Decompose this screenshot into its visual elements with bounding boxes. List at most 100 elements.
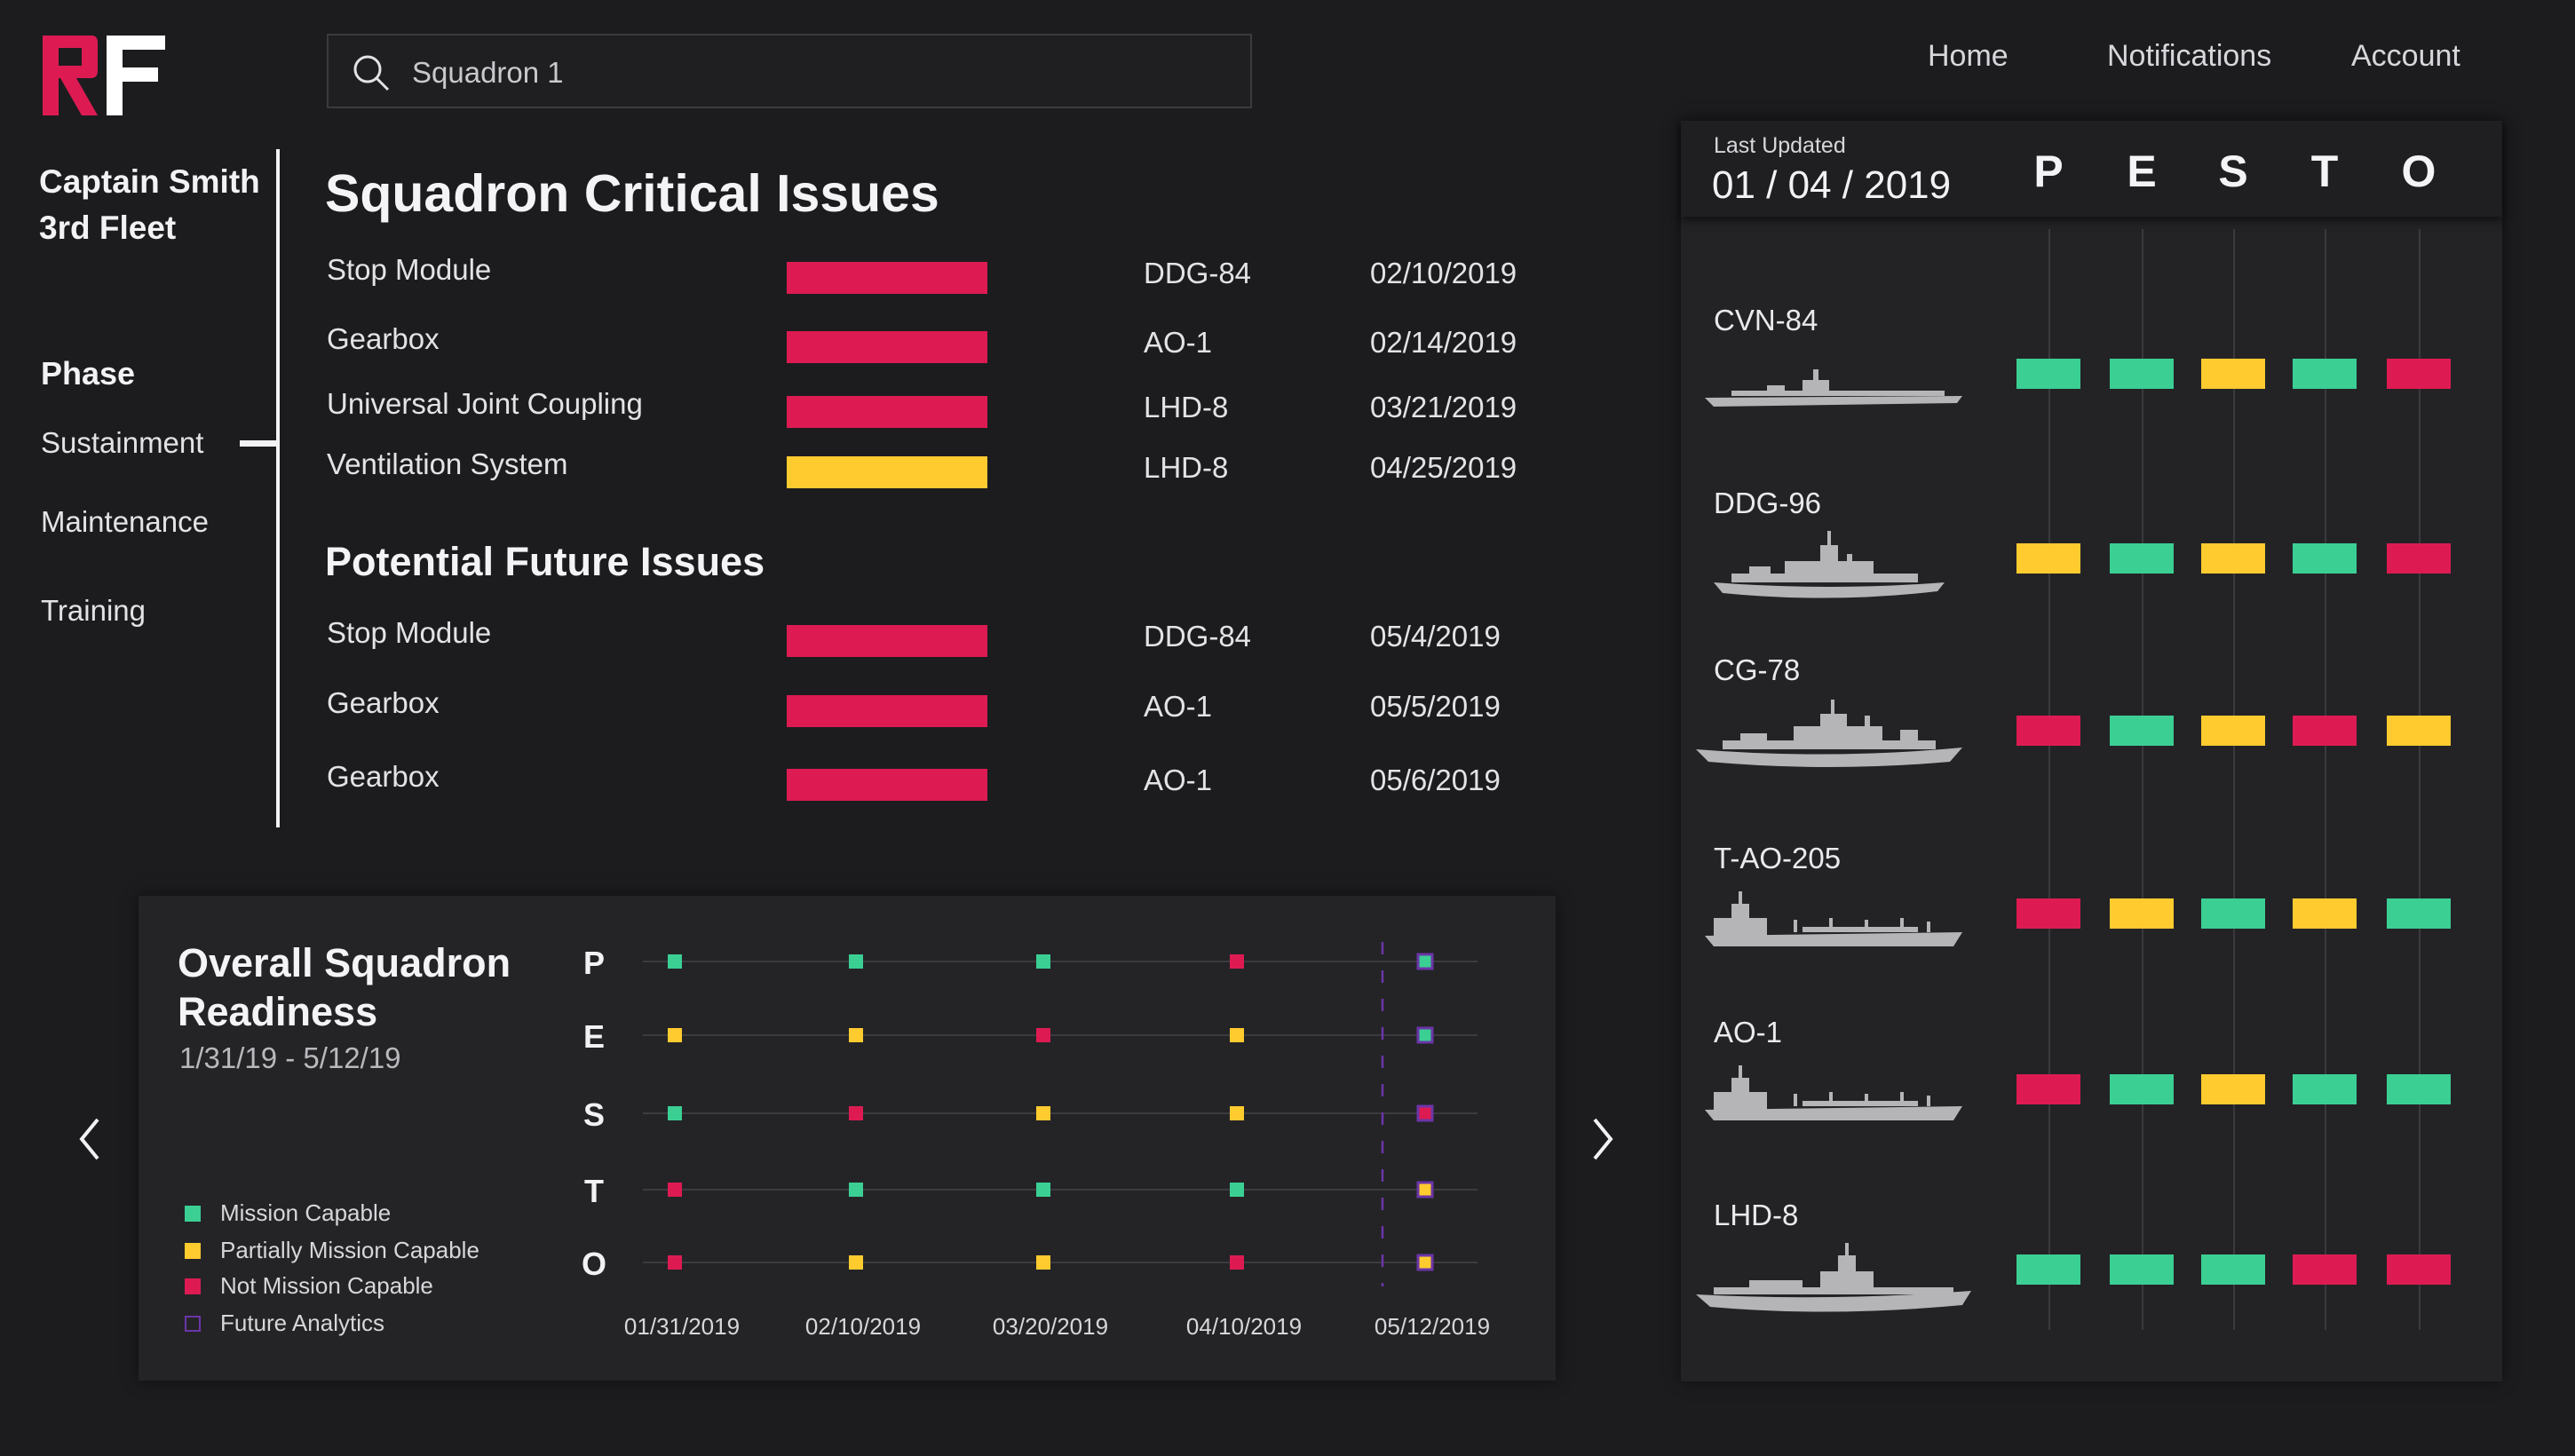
- status-cell[interactable]: [2293, 359, 2357, 389]
- critical-issue-name[interactable]: Ventilation System: [327, 447, 567, 481]
- chart-point: [1230, 1183, 1244, 1197]
- chart-point: [1230, 954, 1244, 969]
- chart-point: [1416, 953, 1434, 970]
- status-cell[interactable]: [2201, 543, 2265, 574]
- chart-point: [668, 1183, 682, 1197]
- status-cell[interactable]: [2387, 898, 2451, 929]
- status-cell[interactable]: [2016, 898, 2080, 929]
- readiness-chart: P E S T O 01/31/2019 02/10/2019 03/20/2019 04/10…: [582, 942, 1490, 1340]
- chart-point: [849, 954, 863, 969]
- critical-issue-ship[interactable]: DDG-84: [1144, 257, 1251, 290]
- ship-silhouette: [1696, 700, 1962, 767]
- status-cell[interactable]: [2293, 898, 2357, 929]
- future-issue-ship[interactable]: AO-1: [1144, 690, 1212, 724]
- status-cell[interactable]: [2387, 359, 2451, 389]
- status-column-header: S: [2218, 146, 2248, 196]
- chart-point: [668, 1106, 682, 1120]
- chart-point: [849, 1106, 863, 1120]
- status-cell[interactable]: [2016, 716, 2080, 746]
- nav-account-link[interactable]: Account: [2351, 39, 2460, 74]
- oiler-icon: [1705, 1065, 1962, 1120]
- status-cell[interactable]: [2016, 543, 2080, 574]
- phase-heading: Phase: [41, 355, 136, 392]
- phase-item-training[interactable]: Training: [41, 594, 146, 628]
- nav-home-link[interactable]: Home: [1928, 39, 2009, 74]
- ship-name[interactable]: DDG-96: [1714, 487, 1821, 520]
- status-cell[interactable]: [2110, 898, 2174, 929]
- status-cell[interactable]: [2201, 359, 2265, 389]
- destroyer-icon: [1714, 531, 1945, 598]
- future-issue-status-bar: [787, 695, 987, 727]
- chart-x-tick-label: 01/31/2019: [624, 1313, 740, 1340]
- critical-issue-status-bar: [787, 396, 987, 428]
- critical-issues-title: Squadron Critical Issues: [325, 164, 939, 223]
- status-cell[interactable]: [2201, 1254, 2265, 1285]
- search-bar[interactable]: [327, 34, 1252, 108]
- nav-notifications-link[interactable]: Notifications: [2107, 39, 2271, 74]
- critical-issue-ship[interactable]: AO-1: [1144, 326, 1212, 360]
- status-cell[interactable]: [2110, 1254, 2174, 1285]
- status-cell[interactable]: [2293, 543, 2357, 574]
- ship-name[interactable]: AO-1: [1714, 1016, 1782, 1049]
- ship-name[interactable]: CG-78: [1714, 653, 1800, 687]
- status-cell[interactable]: [2201, 716, 2265, 746]
- chart-point: [1230, 1255, 1244, 1270]
- chart-point: [1036, 1255, 1050, 1270]
- critical-issue-ship[interactable]: LHD-8: [1144, 451, 1228, 485]
- status-cell[interactable]: [2387, 716, 2451, 746]
- next-arrow-icon[interactable]: [1588, 1114, 1618, 1164]
- logo-letter-f: [107, 36, 165, 115]
- status-cell[interactable]: [2201, 898, 2265, 929]
- status-cell[interactable]: [2293, 716, 2357, 746]
- previous-arrow-icon[interactable]: [75, 1114, 105, 1164]
- chart-row-label: S: [583, 1096, 605, 1133]
- critical-issue-name[interactable]: Stop Module: [327, 253, 491, 287]
- status-column-gridline: [2419, 229, 2420, 1330]
- phase-item-maintenance[interactable]: Maintenance: [41, 505, 209, 539]
- future-issue-name[interactable]: Stop Module: [327, 616, 491, 650]
- future-issue-name[interactable]: Gearbox: [327, 686, 440, 720]
- sidebar-divider: [276, 149, 280, 827]
- status-cell[interactable]: [2387, 543, 2451, 574]
- status-cell[interactable]: [2293, 1254, 2357, 1285]
- ship-name[interactable]: LHD-8: [1714, 1199, 1798, 1232]
- critical-issue-name[interactable]: Universal Joint Coupling: [327, 387, 643, 421]
- chart-point: [668, 1028, 682, 1042]
- status-column-header: E: [2127, 146, 2157, 196]
- future-issue-ship[interactable]: DDG-84: [1144, 620, 1251, 653]
- status-cell[interactable]: [2110, 543, 2174, 574]
- chart-point: [1036, 1028, 1050, 1042]
- status-cell[interactable]: [2016, 359, 2080, 389]
- status-cell[interactable]: [2016, 1254, 2080, 1285]
- status-cell[interactable]: [2201, 1074, 2265, 1104]
- status-cell[interactable]: [2110, 359, 2174, 389]
- chart-point: [849, 1255, 863, 1270]
- rf-logo[interactable]: [43, 36, 167, 115]
- critical-issue-status-bar: [787, 262, 987, 294]
- cruiser-icon: [1696, 700, 1962, 767]
- status-column-header: O: [2401, 146, 2436, 196]
- status-cell[interactable]: [2387, 1254, 2451, 1285]
- future-issue-status-bar: [787, 625, 987, 657]
- status-cell[interactable]: [2016, 1074, 2080, 1104]
- ship-silhouette: [1705, 369, 1962, 407]
- ship-name[interactable]: T-AO-205: [1714, 842, 1841, 875]
- last-updated-label: Last Updated: [1714, 133, 1846, 158]
- future-issue-name[interactable]: Gearbox: [327, 760, 440, 794]
- chart-point: [668, 954, 682, 969]
- status-column-header: T: [2310, 146, 2339, 196]
- status-cell[interactable]: [2110, 1074, 2174, 1104]
- phase-item-sustainment[interactable]: Sustainment: [41, 426, 203, 460]
- status-cell[interactable]: [2387, 1074, 2451, 1104]
- chart-x-tick-label: 04/10/2019: [1186, 1313, 1302, 1340]
- chart-x-tick-label: 02/10/2019: [805, 1313, 921, 1340]
- status-column-gridline: [2048, 229, 2050, 1330]
- ship-name[interactable]: CVN-84: [1714, 304, 1818, 337]
- status-cell[interactable]: [2110, 716, 2174, 746]
- critical-issue-ship[interactable]: LHD-8: [1144, 391, 1228, 424]
- critical-issue-name[interactable]: Gearbox: [327, 322, 440, 356]
- search-input[interactable]: [410, 48, 1213, 98]
- future-issue-ship[interactable]: AO-1: [1144, 764, 1212, 797]
- status-cell[interactable]: [2293, 1074, 2357, 1104]
- future-issue-status-bar: [787, 769, 987, 801]
